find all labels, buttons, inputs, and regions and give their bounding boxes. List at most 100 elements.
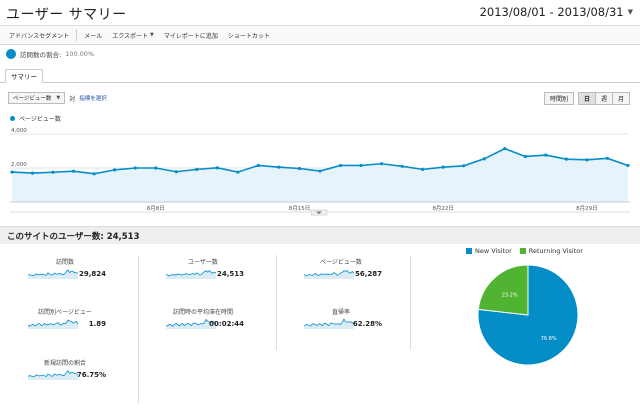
data-point xyxy=(72,169,76,173)
metric-label: 新規訪問の割合 xyxy=(43,360,86,367)
legend-swatch xyxy=(519,248,526,254)
metric-dropdown[interactable]: ページビュー数 ▼ xyxy=(8,92,66,104)
pie-slice xyxy=(477,264,529,316)
legend-swatch xyxy=(466,248,472,254)
metric-label: ユーザー数 xyxy=(188,259,218,266)
metric-value: 29,824 xyxy=(78,270,106,278)
data-point xyxy=(297,166,302,171)
metric-new-visits[interactable]: 新規訪問の割合 76.75% xyxy=(0,358,132,400)
segment-dot-icon xyxy=(6,49,16,59)
pageviews-chart: 4,000 2,000 8月8日 8月15日 8月22日 8月29日 xyxy=(10,128,630,216)
period-month-button[interactable]: 月 xyxy=(611,92,630,105)
metric-label: 訪問別ページビュー xyxy=(38,309,92,316)
metric-visits[interactable]: 訪問数 29,824 xyxy=(0,257,132,299)
data-point xyxy=(380,162,384,166)
data-point xyxy=(585,158,589,162)
metric-divider xyxy=(276,255,277,350)
metric-label: 直帰率 xyxy=(331,309,350,316)
data-point xyxy=(215,166,219,170)
data-point xyxy=(51,170,55,174)
period-week-button[interactable]: 週 xyxy=(594,92,613,105)
series-dot-icon xyxy=(10,116,15,121)
data-point xyxy=(195,167,199,171)
date-range-label: 2013/08/01 - 2013/08/31 xyxy=(479,5,624,19)
data-point xyxy=(318,169,322,173)
x-tick-label: 8月8日 xyxy=(147,205,165,212)
vs-label: 対 xyxy=(69,95,76,103)
data-point xyxy=(626,163,630,168)
chevron-down-icon: ▼ xyxy=(150,32,154,38)
export-button[interactable]: エクスポート ▼ xyxy=(107,29,159,41)
data-point xyxy=(133,166,137,170)
data-point xyxy=(462,164,466,168)
chevron-down-icon: ▼ xyxy=(627,8,633,16)
advanced-segments-button[interactable]: アドバンスセグメント xyxy=(4,29,74,41)
segment-percent: 100.00% xyxy=(65,50,95,58)
metric-label: ページビュー数 xyxy=(320,259,362,266)
y-tick-label: 2,000 xyxy=(11,162,27,168)
tab-divider xyxy=(0,82,640,83)
data-point xyxy=(236,170,240,174)
data-point xyxy=(256,163,260,168)
metric-divider xyxy=(138,255,139,403)
legend-label: Returning Visitor xyxy=(528,247,583,255)
data-point xyxy=(113,168,117,172)
data-point xyxy=(564,157,569,161)
data-point xyxy=(10,170,14,174)
add-to-dashboard-button[interactable]: マイレポートに追加 xyxy=(159,29,223,41)
chart-legend-label: ページビュー数 xyxy=(19,116,61,123)
period-day-button[interactable]: 日 xyxy=(577,92,596,105)
data-point xyxy=(174,170,178,174)
metric-users[interactable]: ユーザー数 24,513 xyxy=(138,257,270,299)
metric-label: 訪問数 xyxy=(55,259,74,266)
toolbar-divider xyxy=(76,29,78,41)
x-tick-label: 8月15日 xyxy=(289,205,311,212)
data-point xyxy=(544,153,548,157)
pie-legend: New Visitor Returning Visitor xyxy=(466,247,583,255)
segment-indicator: 訪問数の割合: 100.00% xyxy=(6,49,94,59)
metric-value: 00:02:44 xyxy=(209,320,244,328)
metric-value: 1.89 xyxy=(88,320,106,328)
metric-value: 62.28% xyxy=(352,320,382,328)
data-point xyxy=(421,167,425,171)
data-point xyxy=(482,157,486,161)
data-point xyxy=(605,156,610,160)
shortcut-button[interactable]: ショートカット xyxy=(223,29,275,41)
period-selector: 時間別 日 週 月 xyxy=(543,92,630,105)
tab-summary[interactable]: サマリー xyxy=(5,69,43,83)
data-point xyxy=(30,171,35,175)
data-point xyxy=(523,154,527,159)
legend-returning-visitor: Returning Visitor xyxy=(519,247,583,255)
metric-avg-duration[interactable]: 訪問時の平均滞在時間 00:02:44 xyxy=(138,307,270,349)
data-point xyxy=(359,163,363,168)
toolbar: アドバンスセグメント メール エクスポート ▼ マイレポートに追加 ショートカット xyxy=(0,25,640,45)
period-hourly-button[interactable]: 時間別 xyxy=(543,92,574,105)
date-range-picker[interactable]: 2013/08/01 - 2013/08/31 ▼ xyxy=(480,5,633,19)
series-area xyxy=(12,148,628,202)
metric-divider xyxy=(410,255,411,350)
visitor-type-pie-chart: 76.8% 23.2% xyxy=(477,264,579,366)
metric-value: 76.75% xyxy=(76,371,106,379)
legend-label: New Visitor xyxy=(475,247,512,255)
select-metric-link[interactable]: 指標を選択 xyxy=(79,94,107,102)
data-point xyxy=(277,165,281,169)
x-tick-label: 8月22日 xyxy=(432,205,454,212)
pie-slice-label: 76.8% xyxy=(541,336,557,342)
email-button[interactable]: メール xyxy=(79,29,107,41)
data-point xyxy=(154,166,158,170)
metric-pageviews[interactable]: ページビュー数 56,287 xyxy=(276,257,408,299)
data-point xyxy=(92,172,96,176)
chart-controls: ページビュー数 ▼ 対 指標を選択 xyxy=(8,92,107,104)
page-title: ユーザー サマリー xyxy=(6,7,127,23)
y-tick-label: 4,000 xyxy=(11,128,27,134)
summary-title: このサイトのユーザー数: 24,513 xyxy=(0,226,640,244)
data-point xyxy=(503,147,507,151)
metric-bounce-rate[interactable]: 直帰率 62.28% xyxy=(276,307,408,349)
segment-label: 訪問数の割合: xyxy=(20,51,62,59)
metric-value: 24,513 xyxy=(216,270,244,278)
data-point xyxy=(441,165,445,169)
pie-slice-label: 23.2% xyxy=(502,292,518,298)
chart-legend: ページビュー数 xyxy=(10,114,61,123)
metric-pages-per-visit[interactable]: 訪問別ページビュー 1.89 xyxy=(0,307,132,349)
data-point xyxy=(400,164,404,168)
